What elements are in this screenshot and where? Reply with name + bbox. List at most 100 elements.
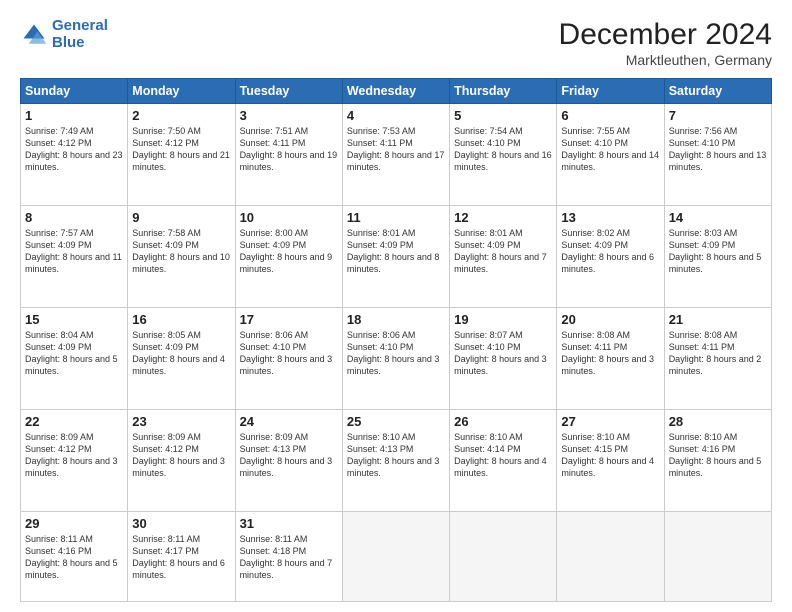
calendar-week-row: 29 Sunrise: 8:11 AMSunset: 4:16 PMDayligh… bbox=[21, 511, 772, 601]
calendar-week-row: 1 Sunrise: 7:49 AMSunset: 4:12 PMDaylight… bbox=[21, 104, 772, 206]
calendar-cell: 10 Sunrise: 8:00 AMSunset: 4:09 PMDayligh… bbox=[235, 205, 342, 307]
calendar-cell: 20 Sunrise: 8:08 AMSunset: 4:11 PMDayligh… bbox=[557, 307, 664, 409]
calendar-cell: 29 Sunrise: 8:11 AMSunset: 4:16 PMDayligh… bbox=[21, 511, 128, 601]
day-number: 12 bbox=[454, 210, 552, 225]
cell-info: Sunrise: 8:08 AMSunset: 4:11 PMDaylight:… bbox=[669, 329, 767, 378]
day-number: 25 bbox=[347, 414, 445, 429]
calendar-week-row: 15Sunrise: 8:04 AMSunset: 4:09 PMDayligh… bbox=[21, 307, 772, 409]
header: General Blue December 2024 Marktleuthen,… bbox=[20, 18, 772, 68]
cell-info: Sunrise: 8:03 AMSunset: 4:09 PMDaylight:… bbox=[669, 227, 767, 276]
calendar-week-row: 22Sunrise: 8:09 AMSunset: 4:12 PMDayligh… bbox=[21, 409, 772, 511]
cell-info: Sunrise: 8:02 AMSunset: 4:09 PMDaylight:… bbox=[561, 227, 659, 276]
cell-info: Sunrise: 8:09 AMSunset: 4:12 PMDaylight:… bbox=[132, 431, 230, 480]
calendar-cell: 13 Sunrise: 8:02 AMSunset: 4:09 PMDayligh… bbox=[557, 205, 664, 307]
weekday-header: Monday bbox=[128, 79, 235, 104]
cell-info: Sunrise: 7:58 AMSunset: 4:09 PMDaylight:… bbox=[132, 227, 230, 276]
calendar-cell: 6 Sunrise: 7:55 AMSunset: 4:10 PMDaylight… bbox=[557, 104, 664, 206]
day-number: 20 bbox=[561, 312, 659, 327]
cell-info: Sunrise: 8:01 AMSunset: 4:09 PMDaylight:… bbox=[347, 227, 445, 276]
day-number: 3 bbox=[240, 108, 338, 123]
day-number: 24 bbox=[240, 414, 338, 429]
weekday-header: Saturday bbox=[664, 79, 771, 104]
calendar-cell: 2Sunrise: 7:50 AMSunset: 4:12 PMDaylight… bbox=[128, 104, 235, 206]
calendar-cell: 22Sunrise: 8:09 AMSunset: 4:12 PMDayligh… bbox=[21, 409, 128, 511]
cell-info: Sunrise: 8:11 AMSunset: 4:16 PMDaylight:… bbox=[25, 533, 123, 582]
cell-info: Sunrise: 8:08 AMSunset: 4:11 PMDaylight:… bbox=[561, 329, 659, 378]
cell-info: Sunrise: 7:50 AMSunset: 4:12 PMDaylight:… bbox=[132, 125, 230, 174]
page: General Blue December 2024 Marktleuthen,… bbox=[0, 0, 792, 612]
cell-info: Sunrise: 7:56 AMSunset: 4:10 PMDaylight:… bbox=[669, 125, 767, 174]
calendar-cell bbox=[450, 511, 557, 601]
calendar-cell: 5 Sunrise: 7:54 AMSunset: 4:10 PMDaylight… bbox=[450, 104, 557, 206]
weekday-header: Sunday bbox=[21, 79, 128, 104]
day-number: 13 bbox=[561, 210, 659, 225]
calendar-cell: 4 Sunrise: 7:53 AMSunset: 4:11 PMDaylight… bbox=[342, 104, 449, 206]
calendar-cell: 28Sunrise: 8:10 AMSunset: 4:16 PMDayligh… bbox=[664, 409, 771, 511]
day-number: 6 bbox=[561, 108, 659, 123]
calendar-cell: 7Sunrise: 7:56 AMSunset: 4:10 PMDaylight… bbox=[664, 104, 771, 206]
day-number: 11 bbox=[347, 210, 445, 225]
day-number: 29 bbox=[25, 516, 123, 531]
calendar-cell: 16 Sunrise: 8:05 AMSunset: 4:09 PMDayligh… bbox=[128, 307, 235, 409]
calendar-cell: 1 Sunrise: 7:49 AMSunset: 4:12 PMDaylight… bbox=[21, 104, 128, 206]
logo-icon bbox=[20, 21, 48, 49]
logo-line1: General bbox=[52, 17, 108, 34]
calendar-cell: 31 Sunrise: 8:11 AMSunset: 4:18 PMDayligh… bbox=[235, 511, 342, 601]
day-number: 10 bbox=[240, 210, 338, 225]
day-number: 30 bbox=[132, 516, 230, 531]
cell-info: Sunrise: 8:10 AMSunset: 4:14 PMDaylight:… bbox=[454, 431, 552, 480]
day-number: 9 bbox=[132, 210, 230, 225]
cell-info: Sunrise: 8:00 AMSunset: 4:09 PMDaylight:… bbox=[240, 227, 338, 276]
cell-info: Sunrise: 8:10 AMSunset: 4:15 PMDaylight:… bbox=[561, 431, 659, 480]
location: Marktleuthen, Germany bbox=[559, 52, 772, 68]
logo-line2: Blue bbox=[52, 34, 85, 51]
cell-info: Sunrise: 8:01 AMSunset: 4:09 PMDaylight:… bbox=[454, 227, 552, 276]
weekday-header-row: SundayMondayTuesdayWednesdayThursdayFrid… bbox=[21, 79, 772, 104]
cell-info: Sunrise: 7:55 AMSunset: 4:10 PMDaylight:… bbox=[561, 125, 659, 174]
calendar-cell: 21 Sunrise: 8:08 AMSunset: 4:11 PMDayligh… bbox=[664, 307, 771, 409]
calendar-cell: 30Sunrise: 8:11 AMSunset: 4:17 PMDayligh… bbox=[128, 511, 235, 601]
day-number: 15 bbox=[25, 312, 123, 327]
day-number: 14 bbox=[669, 210, 767, 225]
cell-info: Sunrise: 7:57 AMSunset: 4:09 PMDaylight:… bbox=[25, 227, 123, 276]
calendar-cell: 14 Sunrise: 8:03 AMSunset: 4:09 PMDayligh… bbox=[664, 205, 771, 307]
weekday-header: Tuesday bbox=[235, 79, 342, 104]
calendar-cell: 17 Sunrise: 8:06 AMSunset: 4:10 PMDayligh… bbox=[235, 307, 342, 409]
day-number: 23 bbox=[132, 414, 230, 429]
day-number: 16 bbox=[132, 312, 230, 327]
cell-info: Sunrise: 8:11 AMSunset: 4:18 PMDaylight:… bbox=[240, 533, 338, 582]
cell-info: Sunrise: 7:54 AMSunset: 4:10 PMDaylight:… bbox=[454, 125, 552, 174]
day-number: 21 bbox=[669, 312, 767, 327]
day-number: 19 bbox=[454, 312, 552, 327]
calendar-cell: 8 Sunrise: 7:57 AMSunset: 4:09 PMDaylight… bbox=[21, 205, 128, 307]
cell-info: Sunrise: 7:51 AMSunset: 4:11 PMDaylight:… bbox=[240, 125, 338, 174]
calendar-cell: 18Sunrise: 8:06 AMSunset: 4:10 PMDayligh… bbox=[342, 307, 449, 409]
cell-info: Sunrise: 8:10 AMSunset: 4:13 PMDaylight:… bbox=[347, 431, 445, 480]
calendar-cell: 23 Sunrise: 8:09 AMSunset: 4:12 PMDayligh… bbox=[128, 409, 235, 511]
cell-info: Sunrise: 8:09 AMSunset: 4:12 PMDaylight:… bbox=[25, 431, 123, 480]
logo: General Blue bbox=[20, 18, 108, 51]
weekday-header: Friday bbox=[557, 79, 664, 104]
day-number: 17 bbox=[240, 312, 338, 327]
calendar-cell: 27Sunrise: 8:10 AMSunset: 4:15 PMDayligh… bbox=[557, 409, 664, 511]
calendar-cell bbox=[664, 511, 771, 601]
cell-info: Sunrise: 7:53 AMSunset: 4:11 PMDaylight:… bbox=[347, 125, 445, 174]
title-block: December 2024 Marktleuthen, Germany bbox=[559, 18, 772, 68]
calendar-cell: 9 Sunrise: 7:58 AMSunset: 4:09 PMDaylight… bbox=[128, 205, 235, 307]
cell-info: Sunrise: 8:05 AMSunset: 4:09 PMDaylight:… bbox=[132, 329, 230, 378]
weekday-header: Thursday bbox=[450, 79, 557, 104]
day-number: 31 bbox=[240, 516, 338, 531]
day-number: 1 bbox=[25, 108, 123, 123]
cell-info: Sunrise: 8:06 AMSunset: 4:10 PMDaylight:… bbox=[240, 329, 338, 378]
day-number: 28 bbox=[669, 414, 767, 429]
month-title: December 2024 bbox=[559, 18, 772, 52]
calendar-cell: 24 Sunrise: 8:09 AMSunset: 4:13 PMDayligh… bbox=[235, 409, 342, 511]
day-number: 26 bbox=[454, 414, 552, 429]
calendar-cell bbox=[557, 511, 664, 601]
day-number: 5 bbox=[454, 108, 552, 123]
cell-info: Sunrise: 7:49 AMSunset: 4:12 PMDaylight:… bbox=[25, 125, 123, 174]
day-number: 8 bbox=[25, 210, 123, 225]
day-number: 4 bbox=[347, 108, 445, 123]
calendar-cell: 3 Sunrise: 7:51 AMSunset: 4:11 PMDaylight… bbox=[235, 104, 342, 206]
cell-info: Sunrise: 8:09 AMSunset: 4:13 PMDaylight:… bbox=[240, 431, 338, 480]
